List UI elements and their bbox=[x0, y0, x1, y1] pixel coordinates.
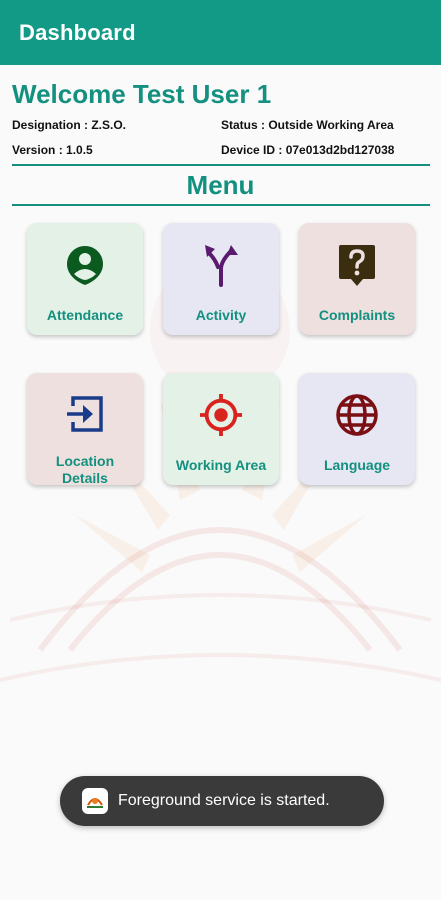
device-id-text: Device ID : 07e013d2bd127038 bbox=[221, 143, 395, 157]
menu-tile-complaints[interactable]: Complaints bbox=[299, 223, 415, 335]
person-pin-icon bbox=[63, 243, 107, 287]
menu-label-language: Language bbox=[323, 457, 391, 473]
menu-tile-location-details[interactable]: Location Details bbox=[27, 373, 143, 485]
globe-icon bbox=[335, 393, 379, 437]
menu-tile-attendance[interactable]: Attendance bbox=[27, 223, 143, 335]
menu-title: Menu bbox=[186, 170, 255, 200]
menu-label-attendance: Attendance bbox=[46, 307, 124, 323]
divider-menu bbox=[12, 204, 430, 206]
question-bubble-icon bbox=[335, 243, 379, 287]
menu-tile-language[interactable]: Language bbox=[299, 373, 415, 485]
menu-label-working-area: Working Area bbox=[175, 457, 267, 473]
welcome-heading: Welcome Test User 1 bbox=[12, 79, 272, 109]
status-text: Status : Outside Working Area bbox=[221, 118, 394, 132]
watermark-emblem bbox=[0, 290, 441, 682]
version-text: Version : 1.0.5 bbox=[12, 143, 93, 157]
menu-label-location-details: Location Details bbox=[55, 452, 115, 485]
divider-top bbox=[12, 164, 430, 166]
menu-label-complaints: Complaints bbox=[318, 307, 396, 323]
target-icon bbox=[199, 393, 243, 437]
toast-message: Foreground service is started. bbox=[118, 792, 330, 809]
menu-label-activity: Activity bbox=[195, 307, 247, 323]
dashboard-screen: Dashboard Welcome Test User 1 Designatio… bbox=[0, 0, 441, 900]
merge-arrows-icon bbox=[199, 243, 243, 287]
menu-tile-activity[interactable]: Activity bbox=[163, 223, 279, 335]
designation-text: Designation : Z.S.O. bbox=[12, 118, 127, 132]
app-title: Dashboard bbox=[19, 19, 136, 45]
login-box-icon bbox=[63, 393, 107, 435]
app-logo-icon bbox=[82, 788, 108, 814]
menu-tile-working-area[interactable]: Working Area bbox=[163, 373, 279, 485]
app-bar: Dashboard bbox=[0, 0, 441, 65]
toast-notification: Foreground service is started. bbox=[60, 776, 384, 826]
